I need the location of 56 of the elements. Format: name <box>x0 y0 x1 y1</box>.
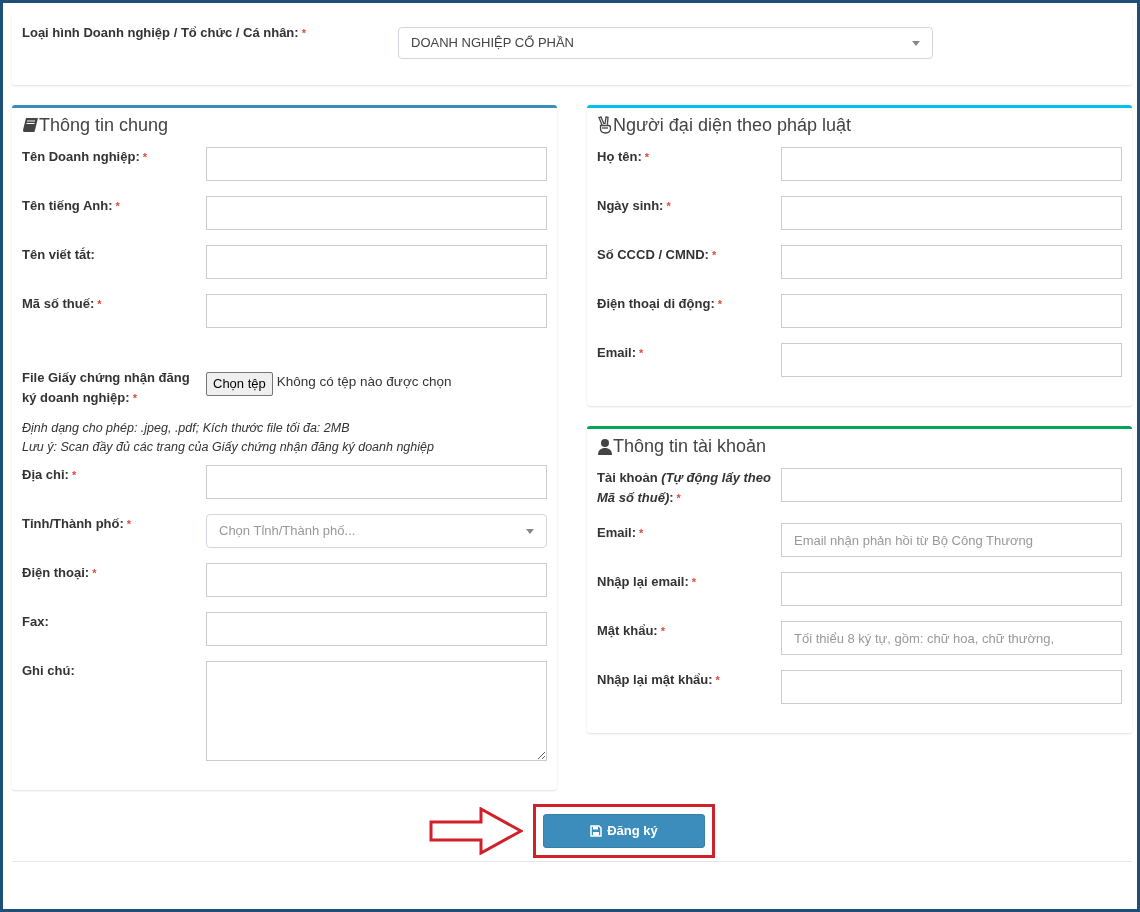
field-label: Ghi chú: <box>22 662 76 680</box>
input-field[interactable] <box>781 670 1122 704</box>
input-field[interactable] <box>206 196 547 230</box>
field-label: Tên viết tắt: <box>22 246 96 264</box>
input-field[interactable] <box>781 147 1122 181</box>
section-title: Thông tin tài khoản <box>613 435 767 457</box>
user-icon <box>597 437 613 455</box>
field-label: Mật khẩu: * <box>597 622 666 640</box>
input-field[interactable]: Tối thiểu 8 ký tự, gồm: chữ hoa, chữ thường, <box>781 621 1122 655</box>
select-placeholder: Chọn Tỉnh/Thành phố... <box>219 522 356 541</box>
field-label: Tên tiếng Anh: * <box>22 197 121 215</box>
book-icon <box>22 117 39 133</box>
section-title: Thông tin chung <box>39 114 169 136</box>
input-field[interactable] <box>781 468 1122 502</box>
input-field[interactable] <box>781 245 1122 279</box>
input-field[interactable] <box>206 147 547 181</box>
hint-text: Lưu ý: Scan đầy đủ các trang của Giấy chứng nhận đăng ký doanh nghiệp <box>22 439 435 456</box>
input-field[interactable] <box>206 294 547 328</box>
type-select[interactable]: DOANH NGHIỆP CỔ PHẦN <box>398 27 933 59</box>
field-label: Điện thoại di động: * <box>597 295 723 313</box>
field-label: Nhập lại mật khẩu: * <box>597 671 721 689</box>
notes-textarea[interactable] <box>206 661 547 761</box>
hand-icon <box>597 116 613 134</box>
field-label: Điện thoại: * <box>22 564 98 582</box>
hint-text: Định dạng cho phép: .jpeg, .pdf; Kích thước file tối đa: 2MB <box>22 420 351 437</box>
input-field[interactable] <box>781 572 1122 606</box>
field-label: Tỉnh/Thành phố: * <box>22 515 133 533</box>
choose-file-button[interactable]: Chọn tệp <box>206 372 273 396</box>
input-field[interactable]: Email nhận phản hồi từ Bộ Công Thương <box>781 523 1122 557</box>
save-icon <box>590 824 603 837</box>
input-field[interactable] <box>206 245 547 279</box>
caret-icon <box>526 528 534 534</box>
input-field[interactable] <box>206 612 547 646</box>
register-button[interactable]: Đăng ký <box>543 813 705 848</box>
field-label: Email: * <box>597 344 645 362</box>
field-label: File Giấy chứng nhận đăng ký doanh nghiệp: * <box>22 369 191 407</box>
field-label: Số CCCD / CMND: * <box>597 246 718 264</box>
input-field[interactable] <box>781 294 1122 328</box>
field-label: Họ tên: * <box>597 148 651 166</box>
input-field[interactable] <box>206 563 547 597</box>
select-value: DOANH NGHIỆP CỔ PHẦN <box>411 34 574 53</box>
file-status: Không có tệp nào được chọn <box>276 373 452 391</box>
field-label: Tên Doanh nghiệp: * <box>22 148 148 166</box>
input-field[interactable] <box>206 465 547 499</box>
input-field[interactable] <box>781 343 1122 377</box>
input-field[interactable] <box>781 196 1122 230</box>
field-label: Tài khoản (Tự động lấy theo Mã số thuế): * <box>597 469 772 507</box>
caret-icon <box>912 40 920 46</box>
field-label: Email: * <box>597 524 645 542</box>
section-title: Người đại diện theo pháp luật <box>613 114 852 136</box>
field-label: Địa chỉ: * <box>22 466 78 484</box>
field-label: Loại hình Doanh nghiệp / Tổ chức / Cá nhân: * <box>22 24 307 42</box>
field-label: Mã số thuế: * <box>22 295 103 313</box>
field-label: Nhập lại email: * <box>597 573 698 591</box>
field-label: Fax: <box>22 613 50 631</box>
field-label: Ngày sinh: * <box>597 197 672 215</box>
